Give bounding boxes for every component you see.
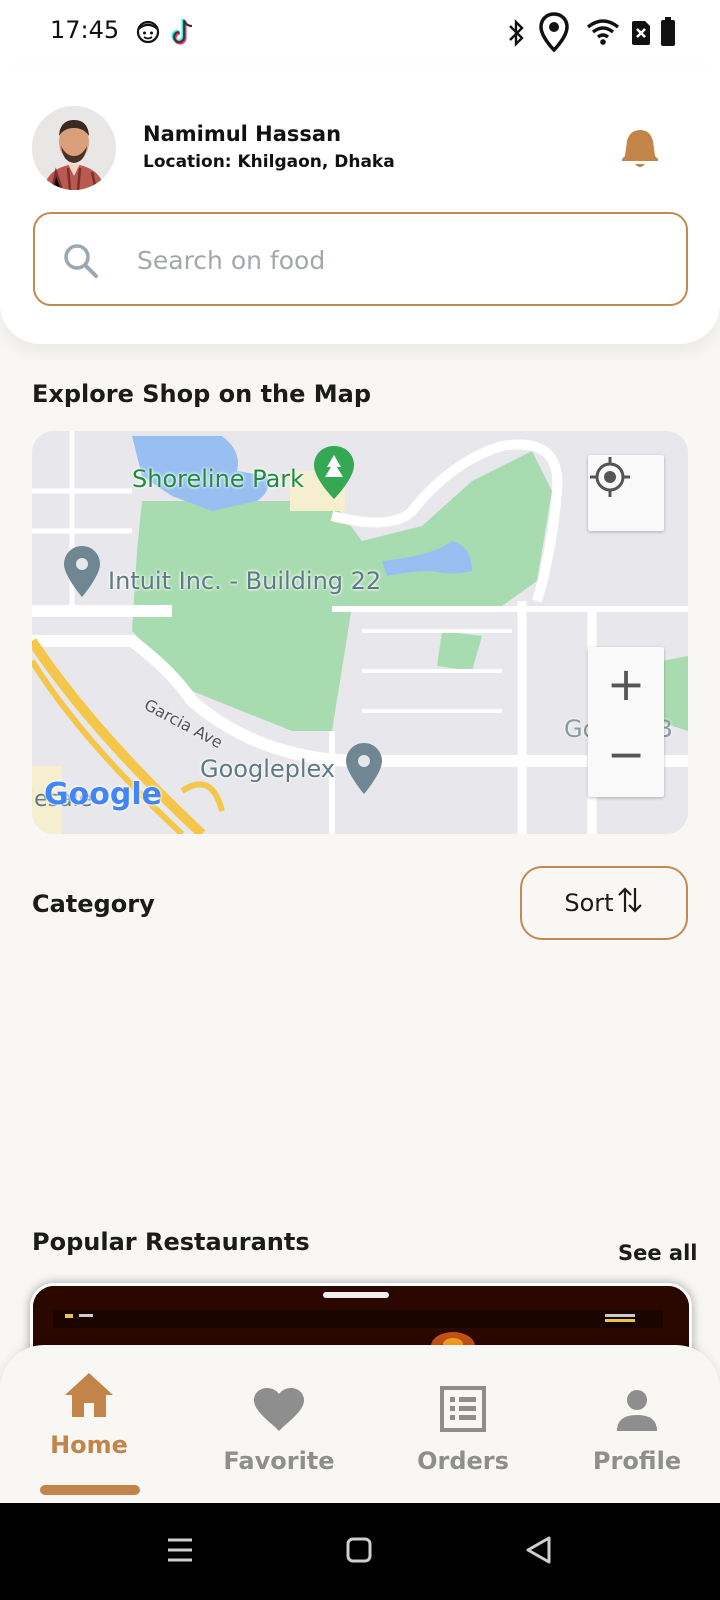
nav-label-favorite: Favorite — [223, 1447, 335, 1475]
map-label-park: Shoreline Park — [132, 465, 305, 493]
nav-active-indicator — [40, 1485, 140, 1495]
search-input[interactable] — [137, 240, 637, 280]
map-label-place: Googleplex — [200, 755, 336, 783]
shop-map[interactable]: Shoreline Park Intuit Inc. - Building 22… — [32, 431, 688, 834]
tiktok-icon — [170, 18, 196, 50]
zoom-in-button[interactable]: + — [607, 647, 646, 722]
sort-button[interactable]: Sort — [520, 866, 688, 940]
home-system-icon[interactable] — [346, 1537, 372, 1567]
recent-apps-icon[interactable] — [166, 1537, 194, 1567]
see-all-link[interactable]: See all — [618, 1241, 698, 1265]
status-bar: 17:45 — [0, 0, 720, 66]
person-icon — [615, 1389, 659, 1435]
location-pin-icon — [538, 12, 570, 56]
no-sim-icon — [630, 20, 652, 50]
orders-list-icon — [439, 1385, 487, 1437]
bluetooth-icon — [506, 18, 526, 52]
battery-icon — [660, 17, 676, 51]
sort-arrows-icon — [616, 886, 644, 920]
nav-label-profile: Profile — [592, 1447, 682, 1475]
face-icon — [136, 20, 160, 48]
sort-label: Sort — [564, 889, 614, 917]
popular-title: Popular Restaurants — [32, 1228, 310, 1256]
category-title: Category — [32, 890, 155, 918]
user-name: Namimul Hassan — [143, 122, 342, 146]
avatar[interactable] — [32, 106, 116, 190]
nav-orders[interactable]: Orders — [378, 1345, 548, 1495]
back-icon[interactable] — [524, 1535, 552, 1569]
status-time: 17:45 — [50, 16, 120, 44]
user-location: Location: Khilgaon, Dhaka — [143, 152, 395, 172]
nav-home[interactable]: Home — [4, 1345, 174, 1495]
nav-label-orders: Orders — [417, 1447, 509, 1475]
nav-label-home: Home — [50, 1431, 128, 1459]
map-label-building: Intuit Inc. - Building 22 — [108, 567, 382, 595]
bottom-navigation: Home Favorite Orders Profile — [0, 1345, 720, 1503]
map-section-title: Explore Shop on the Map — [32, 380, 372, 408]
nav-profile[interactable]: Profile — [552, 1345, 720, 1495]
zoom-controls: + − — [588, 647, 664, 797]
bell-icon[interactable] — [616, 124, 664, 172]
system-navigation-bar — [0, 1503, 720, 1600]
home-icon — [63, 1371, 115, 1423]
my-location-button[interactable] — [588, 455, 664, 531]
google-logo: Google — [44, 777, 162, 812]
search-icon — [61, 241, 101, 285]
header-card: Namimul Hassan Location: Khilgaon, Dhaka — [0, 66, 720, 344]
heart-icon — [253, 1387, 305, 1437]
wifi-icon — [586, 18, 620, 50]
zoom-out-button[interactable]: − — [607, 722, 646, 797]
nav-favorite[interactable]: Favorite — [194, 1345, 364, 1495]
search-bar[interactable] — [33, 212, 688, 306]
